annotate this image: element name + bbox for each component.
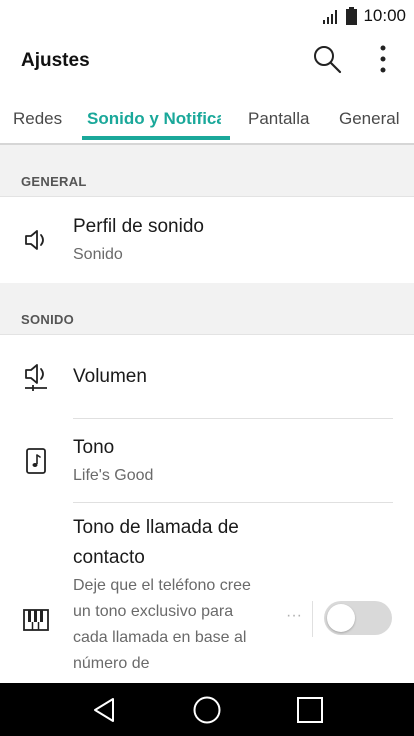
- back-icon[interactable]: [84, 690, 124, 730]
- app-bar: Ajustes: [0, 32, 414, 90]
- list-item-perfil-sonido[interactable]: Perfil de sonido Sonido: [0, 197, 414, 283]
- list-item-volumen[interactable]: Volumen: [0, 335, 414, 419]
- list-item-subtitle: Sonido: [73, 246, 123, 263]
- section-header-general: GENERAL: [0, 145, 414, 197]
- page-title: Ajustes: [21, 50, 90, 71]
- battery-icon: [346, 7, 358, 25]
- tab-bar: Redes Sonido y Notificaciones Pantalla G…: [0, 95, 414, 143]
- toggle-knob: [327, 604, 355, 632]
- divider: [312, 601, 313, 637]
- more-horiz-icon[interactable]: ···: [286, 607, 302, 625]
- system-nav-bar: [0, 683, 414, 736]
- speaker-icon: [21, 225, 51, 255]
- ringtone-icon: [21, 446, 51, 476]
- volume-icon: [21, 362, 51, 392]
- status-bar: 10:00: [0, 0, 414, 32]
- tab-general[interactable]: General: [339, 95, 414, 143]
- list-item-title: Perfil de sonido: [73, 216, 204, 237]
- list-item-title: Volumen: [73, 366, 147, 387]
- list-item-subtitle: Deje que el teléfono cree un tono exclus…: [73, 577, 251, 672]
- list-item-tono[interactable]: Tono Life's Good: [0, 419, 414, 503]
- tono-contacto-toggle[interactable]: [324, 601, 392, 635]
- status-time: 10:00: [363, 6, 406, 25]
- list-item-tono-contacto[interactable]: Tono de llamada de contacto Deje que el …: [0, 503, 414, 683]
- section-header-sonido: SONIDO: [0, 283, 414, 335]
- settings-list: GENERAL Perfil de sonido Sonido SONIDO V…: [0, 145, 414, 683]
- tab-active-indicator: [82, 136, 230, 140]
- recents-icon[interactable]: [290, 690, 330, 730]
- list-item-title: Tono de llamada de contacto: [73, 517, 239, 568]
- search-icon[interactable]: [310, 42, 344, 76]
- piano-icon: [21, 605, 51, 635]
- list-item-subtitle: Life's Good: [73, 467, 154, 484]
- tab-redes[interactable]: Redes: [13, 95, 71, 143]
- list-item-title: Tono: [73, 437, 115, 458]
- tab-pantalla[interactable]: Pantalla: [248, 95, 318, 143]
- more-vert-icon[interactable]: [366, 42, 400, 76]
- home-icon[interactable]: [187, 690, 227, 730]
- signal-icon: [322, 8, 340, 24]
